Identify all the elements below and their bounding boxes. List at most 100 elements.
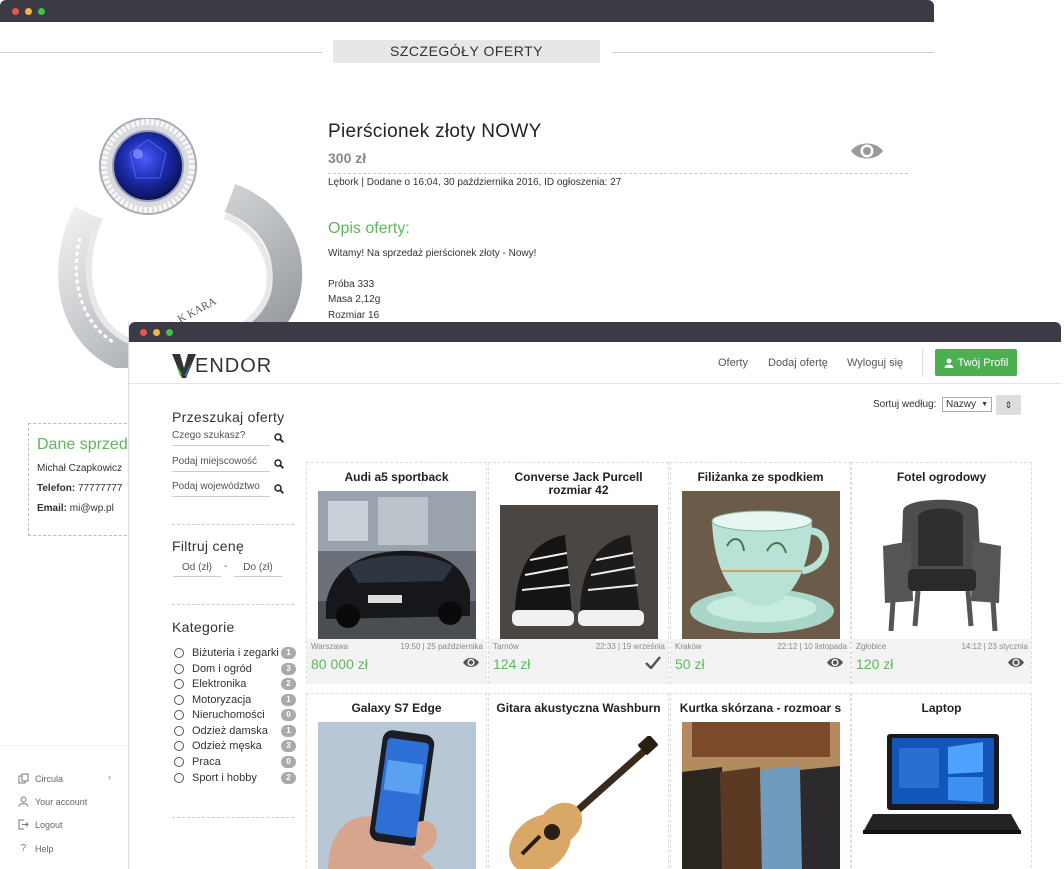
- filter-divider: [172, 604, 294, 605]
- listing-image[interactable]: [682, 722, 840, 869]
- category-item[interactable]: Odzież damska 1: [174, 725, 296, 739]
- radio-button[interactable]: [174, 664, 184, 674]
- listing-title[interactable]: Laptop: [852, 694, 1031, 715]
- listing-location: Zgłobice: [856, 642, 887, 651]
- search-input-keyword[interactable]: Czego szukasz?: [172, 430, 270, 446]
- search-input-city[interactable]: Podaj miejscowość: [172, 456, 270, 472]
- listing-footer: Warszawa 19:50 | 25 października 80 000 …: [307, 639, 486, 684]
- maximize-window-button[interactable]: [166, 329, 173, 336]
- category-item[interactable]: Sport i hobby 2: [174, 772, 296, 786]
- sort-label: Sortuj według:: [873, 399, 937, 410]
- radio-button[interactable]: [174, 741, 184, 751]
- vendor-logo[interactable]: ENDOR: [171, 352, 272, 380]
- description-line: Rozmiar 16: [328, 310, 380, 321]
- eye-icon[interactable]: [850, 140, 884, 162]
- section-divider: [0, 52, 322, 53]
- user-icon: [18, 796, 29, 807]
- listing-title[interactable]: Galaxy S7 Edge: [307, 694, 486, 715]
- listing-price: 120 zł: [856, 656, 894, 672]
- count-badge: 0: [281, 756, 296, 768]
- radio-button[interactable]: [174, 757, 184, 767]
- side-nav-help[interactable]: ? Help: [18, 843, 54, 854]
- listing-title[interactable]: Fotel ogrodowy: [852, 463, 1031, 484]
- eye-icon[interactable]: [462, 656, 480, 669]
- count-badge: 1: [281, 647, 296, 659]
- eye-icon[interactable]: [1007, 656, 1025, 669]
- dropdown-arrow-icon: ▼: [981, 401, 988, 408]
- listing-image[interactable]: [318, 491, 476, 641]
- listing-image[interactable]: [500, 736, 658, 869]
- vendor-listing-window: ENDOR Oferty Dodaj ofertę Wyloguj się Tw…: [128, 322, 1061, 869]
- side-nav-account[interactable]: Your account: [18, 796, 87, 807]
- nav-wyloguj[interactable]: Wyloguj się: [847, 357, 903, 369]
- listing-footer: Tarnów 22:33 | 19 września 124 zł: [489, 639, 668, 684]
- search-icon[interactable]: [274, 433, 284, 443]
- listing-image[interactable]: [500, 505, 658, 641]
- copy-icon: [18, 773, 29, 784]
- logout-icon: [18, 819, 29, 830]
- category-item[interactable]: Dom i ogród 3: [174, 663, 296, 677]
- close-window-button[interactable]: [12, 8, 19, 15]
- listing-image[interactable]: [318, 722, 476, 869]
- price-to-input[interactable]: Do (zł): [234, 562, 282, 577]
- listing-card[interactable]: Converse Jack Purcell rozmiar 42 Tarnów …: [488, 462, 669, 684]
- close-window-button[interactable]: [140, 329, 147, 336]
- seller-phone: Telefon: 77777777: [37, 483, 123, 494]
- maximize-window-button[interactable]: [38, 8, 45, 15]
- listing-card[interactable]: Audi a5 sportback Warszawa 19:50 | 25 pa…: [306, 462, 487, 684]
- listing-date: 19:50 | 25 października: [400, 642, 483, 651]
- nav-oferty[interactable]: Oferty: [718, 357, 748, 369]
- profile-button[interactable]: Twój Profil: [935, 349, 1017, 376]
- radio-button[interactable]: [174, 773, 184, 783]
- category-item[interactable]: Odzież męska 3: [174, 740, 296, 754]
- listing-card[interactable]: Gitara akustyczna Washburn: [488, 693, 669, 869]
- listing-title[interactable]: Filiżanka ze spodkiem: [671, 463, 850, 484]
- category-item[interactable]: Praca 0: [174, 756, 296, 770]
- minimize-window-button[interactable]: [153, 329, 160, 336]
- listing-title[interactable]: Converse Jack Purcell rozmiar 42: [489, 463, 668, 497]
- check-icon[interactable]: [644, 656, 662, 669]
- category-item[interactable]: Nieruchomości 0: [174, 709, 296, 723]
- product-price: 300 zł: [328, 150, 367, 166]
- side-nav-logout[interactable]: Logout: [18, 819, 63, 830]
- listing-card[interactable]: Galaxy S7 Edge: [306, 693, 487, 869]
- listing-image[interactable]: [863, 722, 1021, 869]
- price-from-input[interactable]: Od (zł): [173, 562, 221, 577]
- listing-title[interactable]: Gitara akustyczna Washburn: [489, 694, 668, 715]
- radio-button[interactable]: [174, 679, 184, 689]
- product-title: Pierścionek złoty NOWY: [328, 121, 542, 142]
- listing-title[interactable]: Audi a5 sportback: [307, 463, 486, 484]
- listing-card[interactable]: Filiżanka ze spodkiem Kraków 22:12 | 10 …: [670, 462, 851, 684]
- category-item[interactable]: Motoryzacja 1: [174, 694, 296, 708]
- radio-button[interactable]: [174, 726, 184, 736]
- sort-direction-button[interactable]: ⇕: [996, 395, 1021, 415]
- listing-location: Kraków: [675, 642, 702, 651]
- listing-image[interactable]: [863, 491, 1021, 641]
- radio-button[interactable]: [174, 648, 184, 658]
- window-titlebar: [129, 322, 1061, 342]
- category-item[interactable]: Biżuteria i zegarki 1: [174, 647, 296, 661]
- chevron-right-icon: ›: [108, 772, 111, 782]
- categories-heading: Kategorie: [172, 619, 235, 635]
- count-badge: 3: [281, 740, 296, 752]
- listing-card[interactable]: Laptop: [851, 693, 1032, 869]
- radio-button[interactable]: [174, 695, 184, 705]
- listing-card[interactable]: Fotel ogrodowy Zgłobice 14:12 | 23 stycz…: [851, 462, 1032, 684]
- price-filter-heading: Filtruj cenę: [172, 538, 245, 554]
- listing-image[interactable]: [682, 491, 840, 641]
- radio-button[interactable]: [174, 710, 184, 720]
- listing-date: 22:33 | 19 września: [595, 642, 665, 651]
- search-icon[interactable]: [274, 484, 284, 494]
- nav-dodaj-oferte[interactable]: Dodaj ofertę: [768, 357, 828, 369]
- eye-icon[interactable]: [826, 656, 844, 669]
- listing-title[interactable]: Kurtka skórzana - rozmoar s: [671, 694, 850, 715]
- count-badge: 3: [281, 663, 296, 675]
- seller-name: Michał Czapkowicz: [37, 463, 123, 474]
- sort-select[interactable]: Nazwy ▼: [942, 397, 992, 412]
- search-icon[interactable]: [274, 459, 284, 469]
- minimize-window-button[interactable]: [25, 8, 32, 15]
- search-input-region[interactable]: Podaj województwo: [172, 481, 270, 497]
- side-nav-circula[interactable]: Circula ›: [18, 772, 118, 784]
- listing-card[interactable]: Kurtka skórzana - rozmoar s: [670, 693, 851, 869]
- category-item[interactable]: Elektronika 2: [174, 678, 296, 692]
